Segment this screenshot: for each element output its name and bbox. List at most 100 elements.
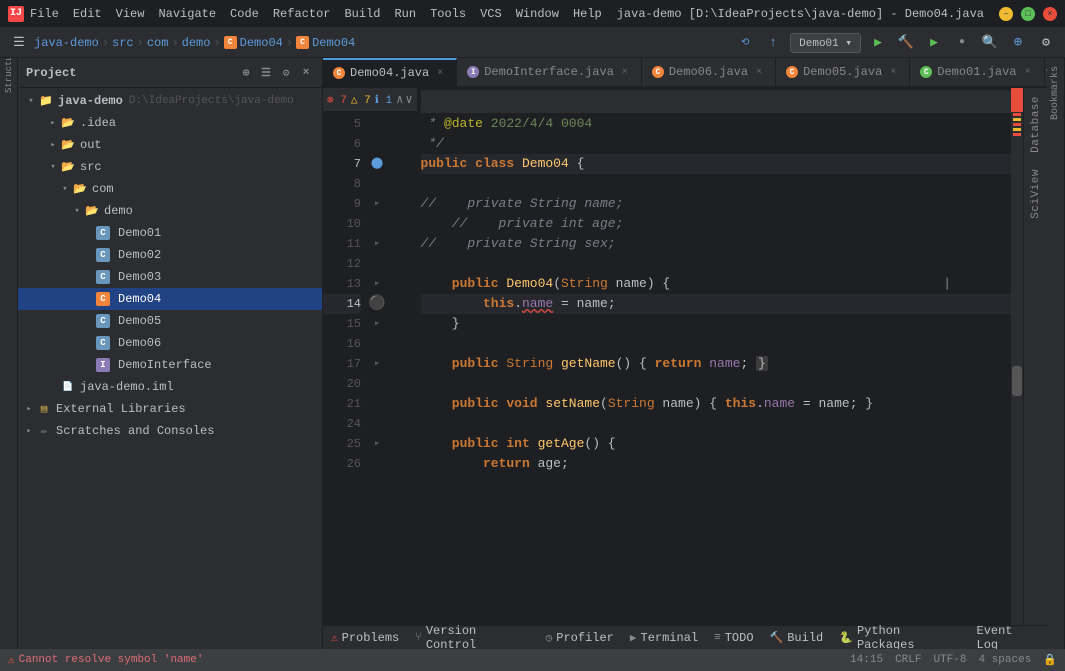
bottom-tab-terminal[interactable]: ▶ Terminal xyxy=(630,631,698,645)
scrollbar-thumb[interactable] xyxy=(1012,366,1022,396)
gutter-14[interactable]: ⚫ xyxy=(367,294,387,314)
tree-item-out[interactable]: ▸ 📂 out xyxy=(18,134,322,156)
tree-item-demo[interactable]: ▾ 📂 demo xyxy=(18,200,322,222)
tab-demoint[interactable]: I DemoInterface.java × xyxy=(457,58,642,86)
menu-run[interactable]: Run xyxy=(394,7,416,21)
menu-file[interactable]: File xyxy=(30,7,59,21)
menu-navigate[interactable]: Navigate xyxy=(158,7,216,21)
minimize-button[interactable]: – xyxy=(999,7,1013,21)
tab-close-demo01[interactable]: × xyxy=(1022,66,1034,78)
bottom-tab-eventlog[interactable]: Event Log xyxy=(977,624,1040,650)
tab-demo06[interactable]: C Demo06.java × xyxy=(642,58,776,86)
nav-up[interactable]: ∧ xyxy=(396,92,403,107)
status-linesep[interactable]: CRLF xyxy=(895,654,921,666)
code-view[interactable]: * @date 2022/4/4 0004 */ public class De… xyxy=(417,88,1011,625)
bottom-tab-python[interactable]: 🐍 Python Packages xyxy=(839,624,960,650)
tree-arrow-extlibs[interactable]: ▸ xyxy=(22,404,36,414)
profile-button[interactable]: ● xyxy=(951,32,973,54)
menu-code[interactable]: Code xyxy=(230,7,259,21)
bottom-tab-todo[interactable]: ≡ TODO xyxy=(714,631,753,645)
nav-down[interactable]: ∨ xyxy=(405,92,412,107)
menu-edit[interactable]: Edit xyxy=(73,7,102,21)
status-indent[interactable]: 4 spaces xyxy=(978,654,1031,666)
tree-item-demo02[interactable]: C Demo02 xyxy=(18,244,322,266)
tree-item-demo06[interactable]: C Demo06 xyxy=(18,332,322,354)
tree-arrow-com[interactable]: ▾ xyxy=(58,184,72,194)
tree-item-extlibs[interactable]: ▸ ▤ External Libraries xyxy=(18,398,322,420)
breadcrumb-src[interactable]: src xyxy=(112,36,134,50)
breadcrumb-demo[interactable]: demo xyxy=(182,36,211,50)
bookmarks-tab[interactable]: Bookmarks xyxy=(1047,58,1064,128)
panel-icon-close[interactable]: × xyxy=(298,65,314,81)
gutter-25[interactable]: ▸ xyxy=(367,434,387,454)
panel-icon-layout[interactable]: ☰ xyxy=(258,65,274,81)
tab-close-demo06[interactable]: × xyxy=(753,66,765,78)
update-button[interactable]: ⊕ xyxy=(1007,32,1029,54)
bottom-tab-profiler[interactable]: ◷ Profiler xyxy=(546,631,614,645)
settings-button[interactable]: ⚙ xyxy=(1035,32,1057,54)
panel-icon-add[interactable]: ⊕ xyxy=(238,65,254,81)
status-lock[interactable]: 🔒 xyxy=(1043,653,1057,667)
gutter-17[interactable]: ▸ xyxy=(367,354,387,374)
restore-button[interactable]: □ xyxy=(1021,7,1035,21)
right-tab-sciview[interactable]: SciView xyxy=(1027,161,1045,227)
tree-item-java-demo[interactable]: ▾ 📁 java-demo D:\IdeaProjects\java-demo xyxy=(18,90,322,112)
tree-item-idea[interactable]: ▸ 📂 .idea xyxy=(18,112,322,134)
tab-close-demo05[interactable]: × xyxy=(887,66,899,78)
menu-window[interactable]: Window xyxy=(516,7,559,21)
tree-arrow-java-demo[interactable]: ▾ xyxy=(24,96,38,106)
breadcrumb-project[interactable]: java-demo xyxy=(34,36,99,50)
status-encoding[interactable]: UTF-8 xyxy=(933,654,966,666)
gutter-7[interactable]: ⬤ xyxy=(367,154,387,174)
menu-help[interactable]: Help xyxy=(573,7,602,21)
tab-demo04[interactable]: C Demo04.java × xyxy=(323,58,457,86)
run-button[interactable]: ▶ xyxy=(867,32,889,54)
breadcrumb-com[interactable]: com xyxy=(147,36,169,50)
right-tab-database[interactable]: Database xyxy=(1027,88,1045,161)
vcs-button2[interactable]: ↑ xyxy=(762,32,784,54)
tree-item-demo01[interactable]: C Demo01 xyxy=(18,222,322,244)
tree-item-com[interactable]: ▾ 📂 com xyxy=(18,178,322,200)
run-config-selector[interactable]: Demo01 ▾ xyxy=(790,33,861,53)
coverage-button[interactable]: ▶ xyxy=(923,32,945,54)
tab-demo05[interactable]: C Demo05.java × xyxy=(776,58,910,86)
tree-item-demo05[interactable]: C Demo05 xyxy=(18,310,322,332)
tree-arrow-demo[interactable]: ▾ xyxy=(70,206,84,216)
breadcrumb-member[interactable]: Demo04 xyxy=(312,36,355,50)
menu-build[interactable]: Build xyxy=(344,7,380,21)
gutter-11[interactable]: ▸ xyxy=(367,234,387,254)
menu-tools[interactable]: Tools xyxy=(430,7,466,21)
menu-vcs[interactable]: VCS xyxy=(480,7,502,21)
tree-item-demo04[interactable]: C Demo04 xyxy=(18,288,322,310)
tab-close-demoint[interactable]: × xyxy=(619,66,631,78)
tree-item-demointerface[interactable]: I DemoInterface xyxy=(18,354,322,376)
project-toggle-button[interactable]: ☰ xyxy=(8,32,30,54)
vcs-button[interactable]: ⟲ xyxy=(734,32,756,54)
gutter-13[interactable]: ▸ xyxy=(367,274,387,294)
tab-close-demo04[interactable]: × xyxy=(434,67,446,79)
demo-folder-icon: 📂 xyxy=(84,203,100,219)
bottom-tab-problems[interactable]: ⚠ Problems xyxy=(331,631,399,645)
close-button[interactable]: × xyxy=(1043,7,1057,21)
tree-arrow-idea[interactable]: ▸ xyxy=(46,118,60,128)
build-button[interactable]: 🔨 xyxy=(895,32,917,54)
breadcrumb-class[interactable]: Demo04 xyxy=(240,36,283,50)
bottom-tab-build[interactable]: 🔨 Build xyxy=(770,631,824,645)
panel-icon-settings[interactable]: ⚙ xyxy=(278,65,294,81)
menu-refactor[interactable]: Refactor xyxy=(273,7,331,21)
gutter-9[interactable]: ▸ xyxy=(367,194,387,214)
status-time[interactable]: 14:15 xyxy=(850,654,883,666)
tree-arrow-out[interactable]: ▸ xyxy=(46,140,60,150)
search-button[interactable]: 🔍 xyxy=(979,32,1001,54)
tree-item-scratches[interactable]: ▸ ✏ Scratches and Consoles xyxy=(18,420,322,442)
tree-arrow-scratches[interactable]: ▸ xyxy=(22,426,36,436)
structure-icon[interactable]: Structure xyxy=(2,62,16,76)
gutter-15[interactable]: ▸ xyxy=(367,314,387,334)
tree-arrow-src[interactable]: ▾ xyxy=(46,162,60,172)
bottom-tab-vcs[interactable]: ⑂ Version Control xyxy=(415,624,529,650)
menu-view[interactable]: View xyxy=(116,7,145,21)
tree-item-demo03[interactable]: C Demo03 xyxy=(18,266,322,288)
tree-item-src[interactable]: ▾ 📂 src xyxy=(18,156,322,178)
tree-item-iml[interactable]: 📄 java-demo.iml xyxy=(18,376,322,398)
tab-demo01[interactable]: C Demo01.java × xyxy=(910,58,1044,86)
